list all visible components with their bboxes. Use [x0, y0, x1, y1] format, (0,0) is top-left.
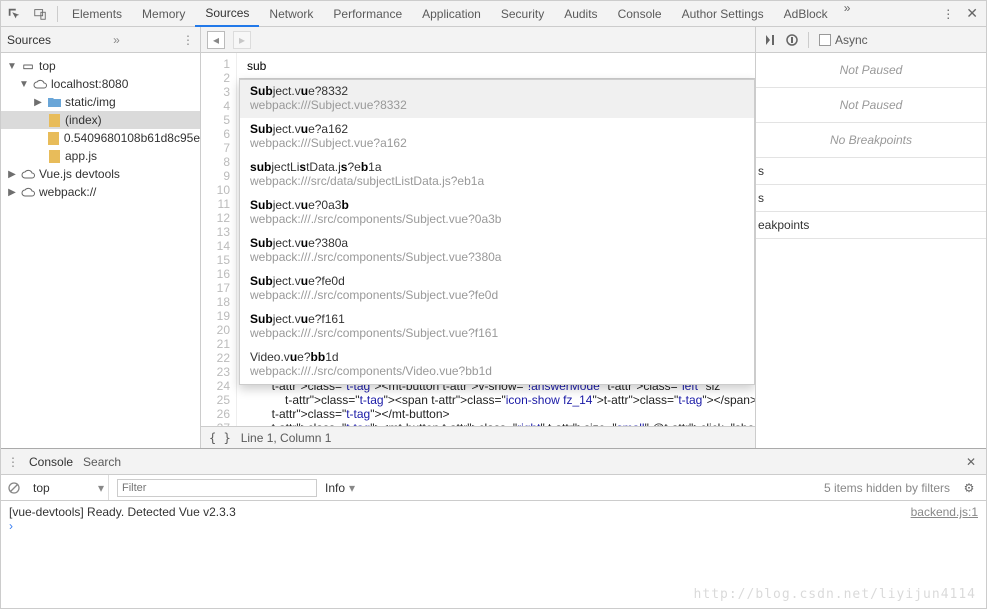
file-tree: ▼▭top ▼localhost:8080 ▶static/img (index… — [1, 53, 200, 448]
console-drawer: ⋮ Console Search ✕ top▾ Info▾ 5 items hi… — [1, 448, 986, 608]
resume-icon[interactable] — [764, 34, 776, 46]
search-result-item[interactable]: Subject.vue?8332webpack:///Subject.vue?8… — [240, 80, 754, 118]
drawer-tabs: ⋮ Console Search ✕ — [1, 449, 986, 475]
console-settings-icon[interactable]: ⚙ — [958, 481, 980, 495]
devtools-window: Elements Memory Sources Network Performa… — [0, 0, 987, 609]
drawer-close-icon[interactable]: ✕ — [966, 455, 980, 469]
search-result-item[interactable]: subjectListData.js?eb1awebpack:///src/da… — [240, 156, 754, 194]
tab-performance[interactable]: Performance — [323, 1, 412, 27]
open-file-results: Subject.vue?8332webpack:///Subject.vue?8… — [239, 79, 755, 385]
console-toolbar: top▾ Info▾ 5 items hidden by filters ⚙ — [1, 475, 986, 501]
navigator-overflow-icon[interactable]: » — [113, 33, 120, 47]
search-result-item[interactable]: Video.vue?bb1dwebpack:///./src/component… — [240, 346, 754, 384]
context-selector[interactable]: top▾ — [29, 475, 109, 500]
file-icon — [47, 149, 61, 163]
tab-memory[interactable]: Memory — [132, 1, 195, 27]
cloud-icon — [21, 185, 35, 199]
console-log-src[interactable]: backend.js:1 — [911, 505, 978, 519]
clear-console-icon[interactable] — [7, 481, 21, 495]
pause-exceptions-icon[interactable] — [786, 34, 798, 46]
open-file-input-row — [239, 53, 755, 79]
drawer-kebab-icon[interactable]: ⋮ — [7, 455, 19, 469]
debugger-panel: Async Not Paused Not Paused No Breakpoin… — [756, 27, 986, 448]
device-mode-icon[interactable] — [27, 1, 53, 27]
open-file-input[interactable] — [247, 59, 747, 73]
sources-navigator: Sources » ⋮ ▼▭top ▼localhost:8080 ▶stati… — [1, 27, 201, 448]
section-cut-3[interactable]: eakpoints — [756, 212, 986, 239]
file-icon — [47, 131, 60, 145]
editor-body[interactable]: 1234567891011121314151617181920212223242… — [201, 53, 755, 426]
open-file-overlay: Subject.vue?8332webpack:///Subject.vue?8… — [239, 53, 755, 385]
console-log-line: [vue-devtools] Ready. Detected Vue v2.3.… — [9, 505, 978, 519]
console-filter-input[interactable] — [117, 479, 317, 497]
tab-author-settings[interactable]: Author Settings — [672, 1, 774, 27]
editor-panel: ◂ ▸ 123456789101112131415161718192021222… — [201, 27, 756, 448]
tabs-overflow-icon[interactable]: » — [838, 1, 857, 27]
console-log-msg: [vue-devtools] Ready. Detected Vue v2.3.… — [9, 505, 911, 519]
tree-folder-static[interactable]: ▶static/img — [1, 93, 200, 111]
editor-toolbar: ◂ ▸ — [201, 27, 755, 53]
tab-console[interactable]: Console — [608, 1, 672, 27]
section-cut-2[interactable]: s — [756, 185, 986, 212]
tree-webpack[interactable]: ▶webpack:// — [1, 183, 200, 201]
cursor-position: Line 1, Column 1 — [241, 431, 332, 445]
drawer-tab-search[interactable]: Search — [83, 455, 121, 469]
tab-audits[interactable]: Audits — [554, 1, 607, 27]
console-prompt[interactable]: › — [9, 519, 978, 533]
console-body[interactable]: [vue-devtools] Ready. Detected Vue v2.3.… — [1, 501, 986, 608]
tab-security[interactable]: Security — [491, 1, 554, 27]
search-result-item[interactable]: Subject.vue?0a3bwebpack:///./src/compone… — [240, 194, 754, 232]
navigator-header: Sources » ⋮ — [1, 27, 200, 53]
window-icon: ▭ — [21, 59, 35, 73]
watermark-text: http://blog.csdn.net/liyijun4114 — [694, 587, 976, 602]
search-result-item[interactable]: Subject.vue?fe0dwebpack:///./src/compone… — [240, 270, 754, 308]
search-result-item[interactable]: Subject.vue?a162webpack:///Subject.vue?a… — [240, 118, 754, 156]
line-gutter: 1234567891011121314151617181920212223242… — [201, 53, 237, 426]
tree-host[interactable]: ▼localhost:8080 — [1, 75, 200, 93]
pretty-print-icon[interactable]: { } — [209, 431, 231, 445]
cloud-icon — [21, 167, 35, 181]
tree-top[interactable]: ▼▭top — [1, 57, 200, 75]
search-result-item[interactable]: Subject.vue?f161webpack:///./src/compone… — [240, 308, 754, 346]
close-devtools-icon[interactable]: ✕ — [966, 5, 978, 22]
async-checkbox[interactable]: Async — [819, 33, 868, 47]
file-icon — [47, 113, 61, 127]
scope-section: Not Paused — [756, 88, 986, 123]
navigator-kebab-icon[interactable]: ⋮ — [182, 33, 194, 47]
main-area: Sources » ⋮ ▼▭top ▼localhost:8080 ▶stati… — [1, 27, 986, 448]
main-tabs: Elements Memory Sources Network Performa… — [62, 1, 936, 27]
tree-vue-devtools[interactable]: ▶Vue.js devtools — [1, 165, 200, 183]
hidden-items-msg: 5 items hidden by filters — [824, 481, 950, 495]
inspect-icon[interactable] — [1, 1, 27, 27]
tree-file-hash[interactable]: 0.5409680108b61d8c95e — [1, 129, 200, 147]
kebab-menu-icon[interactable]: ⋮ — [936, 7, 960, 21]
editor-statusbar: { } Line 1, Column 1 — [201, 426, 755, 448]
search-result-item[interactable]: Subject.vue?380awebpack:///./src/compone… — [240, 232, 754, 270]
history-back-icon[interactable]: ◂ — [207, 31, 225, 49]
section-cut-1[interactable]: s — [756, 158, 986, 185]
history-fwd-icon[interactable]: ▸ — [233, 31, 251, 49]
breakpoints-section: No Breakpoints — [756, 123, 986, 158]
tab-application[interactable]: Application — [412, 1, 491, 27]
tab-network[interactable]: Network — [259, 1, 323, 27]
log-level-selector[interactable]: Info▾ — [325, 475, 395, 500]
drawer-tab-console[interactable]: Console — [29, 455, 73, 469]
cloud-icon — [33, 77, 47, 91]
debugger-toolbar: Async — [756, 27, 986, 53]
navigator-tab-sources[interactable]: Sources — [7, 33, 51, 47]
folder-icon — [47, 95, 61, 109]
callstack-section: Not Paused — [756, 53, 986, 88]
tab-elements[interactable]: Elements — [62, 1, 132, 27]
tree-file-index[interactable]: (index) — [1, 111, 200, 129]
top-toolbar: Elements Memory Sources Network Performa… — [1, 1, 986, 27]
tab-sources[interactable]: Sources — [195, 1, 259, 27]
tree-file-appjs[interactable]: app.js — [1, 147, 200, 165]
tab-adblock[interactable]: AdBlock — [774, 1, 838, 27]
